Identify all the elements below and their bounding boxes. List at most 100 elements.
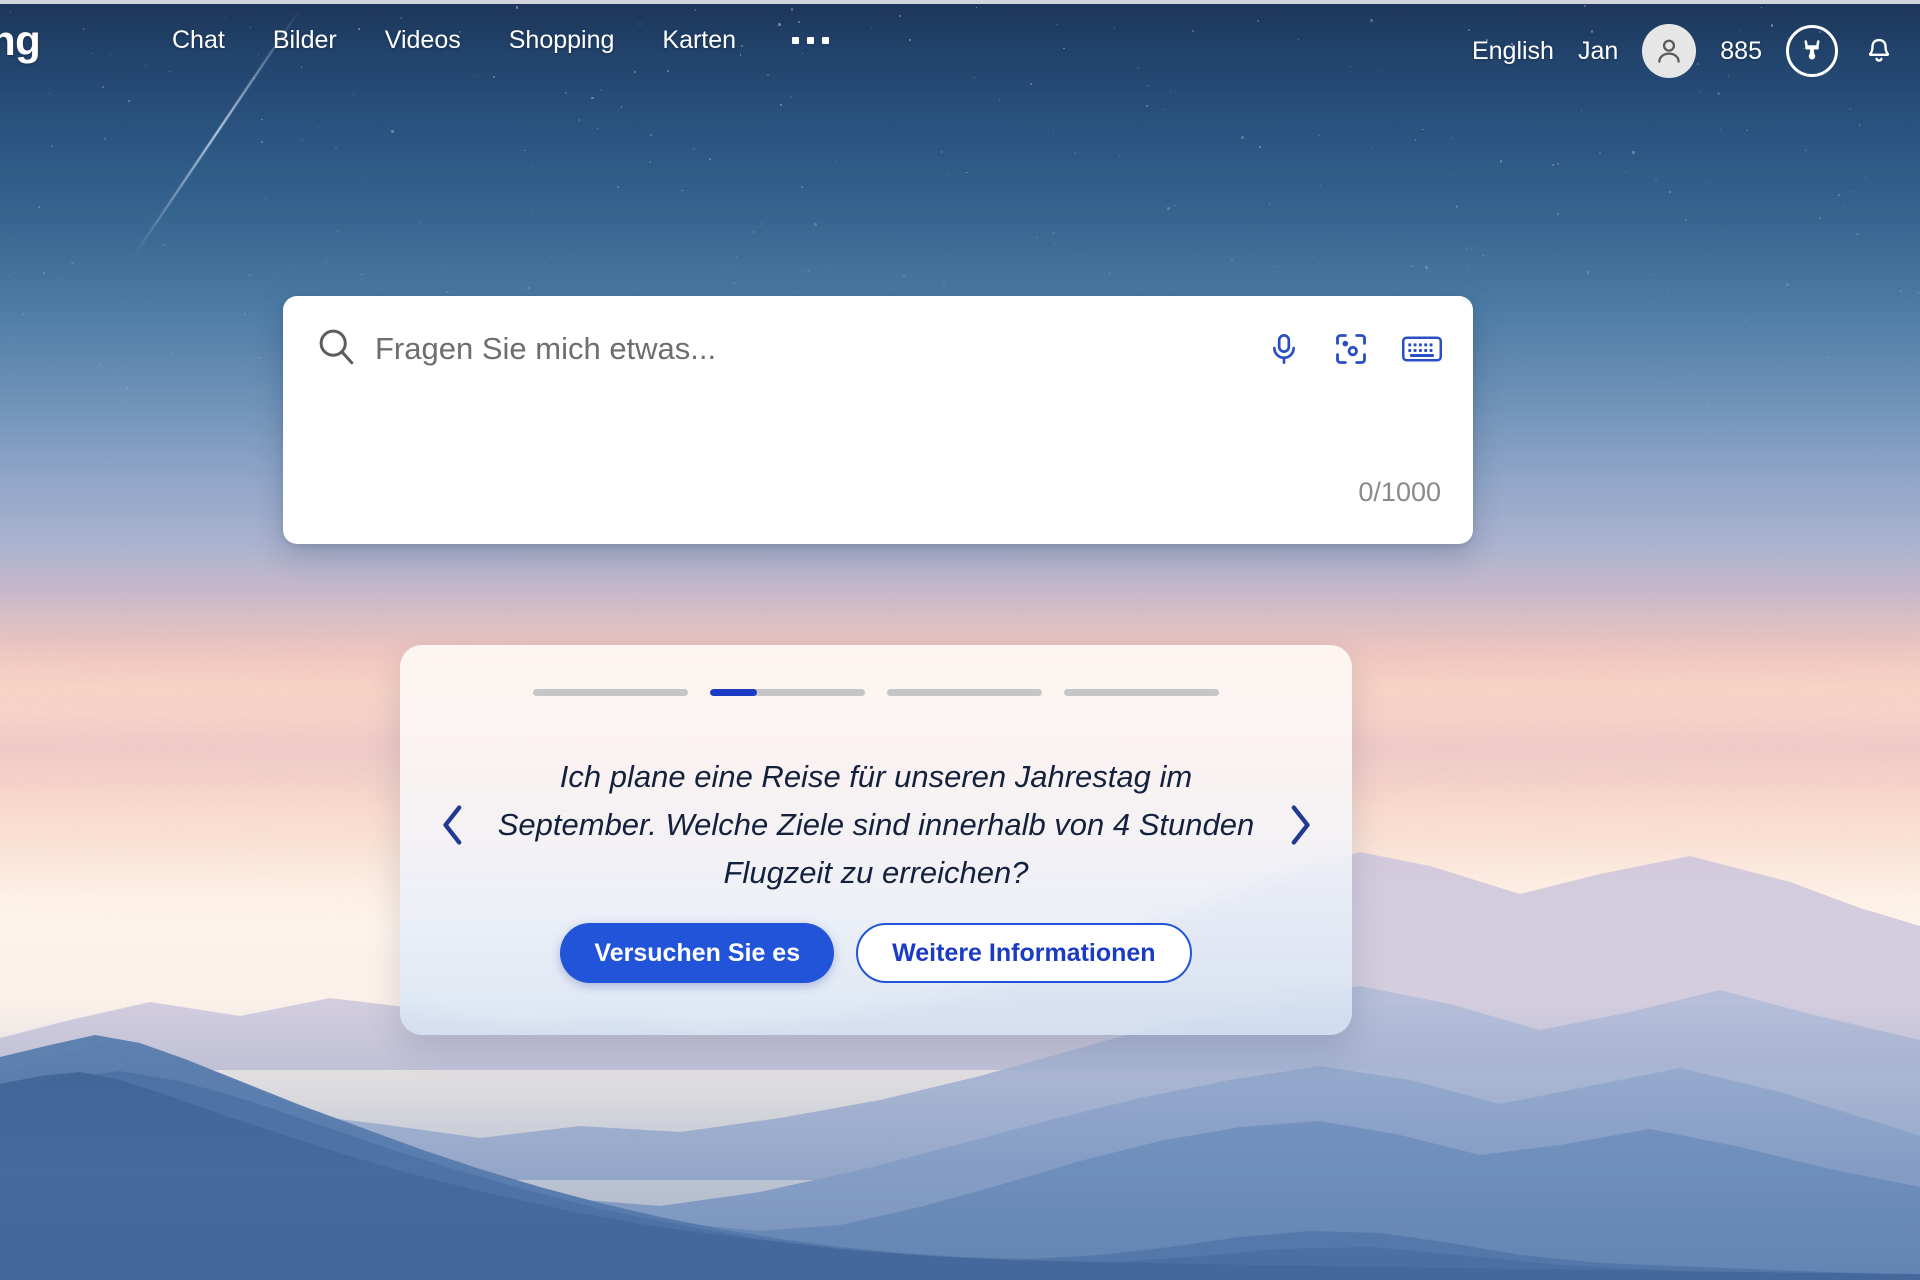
nav-item-bilder[interactable]: Bilder — [273, 28, 337, 53]
star — [1856, 232, 1859, 236]
star — [1721, 230, 1724, 233]
carousel-actions: Versuchen Sie es Weitere Informationen — [400, 923, 1352, 983]
star — [1509, 433, 1512, 436]
background-scene — [0, 0, 1920, 1280]
carousel-progress-bar[interactable] — [887, 689, 1042, 696]
ellipsis-icon[interactable] — [790, 31, 831, 50]
star — [1730, 423, 1733, 426]
star — [163, 243, 166, 247]
chevron-left-icon — [443, 805, 462, 845]
star — [1717, 92, 1720, 95]
star — [1884, 412, 1887, 415]
star — [61, 157, 63, 159]
star — [1456, 205, 1459, 208]
star — [1142, 106, 1144, 108]
star — [1852, 478, 1854, 480]
carousel-prev-button[interactable] — [425, 797, 481, 853]
carousel-progress-bar[interactable] — [710, 689, 865, 696]
learn-more-button[interactable]: Weitere Informationen — [856, 923, 1192, 983]
top-header: ng Chat Bilder Videos Shopping Karten En… — [0, 4, 1920, 80]
star — [1705, 183, 1708, 186]
carousel-prompt-text: Ich plane eine Reise für unseren Jahrest… — [497, 759, 1255, 890]
carousel-progress-fill — [710, 689, 757, 696]
star — [103, 137, 106, 140]
star — [1448, 173, 1450, 176]
star — [1917, 291, 1920, 294]
star — [1436, 274, 1438, 276]
star — [617, 186, 620, 189]
star — [1052, 231, 1055, 234]
star — [361, 178, 363, 179]
star — [264, 197, 267, 200]
notifications-button[interactable] — [1862, 33, 1896, 69]
nav-item-chat[interactable]: Chat — [172, 28, 225, 53]
nav-item-shopping[interactable]: Shopping — [509, 28, 615, 53]
star — [248, 273, 251, 276]
star — [858, 200, 860, 202]
star — [1256, 224, 1258, 226]
star — [1195, 254, 1197, 256]
star — [1843, 206, 1845, 208]
star — [32, 494, 33, 495]
star — [273, 272, 275, 274]
keyboard-button[interactable] — [1401, 333, 1443, 365]
nav-item-karten[interactable]: Karten — [662, 28, 736, 53]
star — [1805, 149, 1807, 151]
star — [1656, 364, 1657, 366]
nav-item-videos[interactable]: Videos — [385, 28, 461, 53]
star — [317, 126, 319, 128]
star — [1698, 90, 1700, 92]
star — [446, 291, 449, 294]
visual-search-button[interactable] — [1333, 331, 1369, 367]
bing-logo[interactable]: ng — [0, 20, 41, 62]
star — [825, 266, 827, 268]
star — [1541, 449, 1543, 451]
star — [1667, 483, 1668, 484]
star — [1838, 194, 1840, 197]
star — [1646, 444, 1647, 445]
carousel-progress-bar[interactable] — [1064, 689, 1219, 696]
star — [1638, 478, 1639, 479]
star — [1338, 234, 1339, 236]
star — [1746, 129, 1748, 132]
user-name-label: Jan — [1577, 36, 1619, 65]
star — [992, 287, 994, 289]
star — [1467, 265, 1470, 267]
star — [1422, 128, 1424, 131]
search-input[interactable] — [375, 329, 1267, 368]
carousel-progress-bar[interactable] — [533, 689, 688, 696]
microphone-button[interactable] — [1267, 331, 1301, 367]
star — [1513, 445, 1515, 447]
star — [418, 220, 422, 224]
star — [1036, 236, 1039, 239]
star — [55, 363, 57, 365]
star — [1466, 247, 1469, 250]
try-it-button[interactable]: Versuchen Sie es — [560, 923, 835, 983]
star — [391, 130, 394, 133]
star — [1649, 273, 1651, 275]
star — [61, 279, 63, 281]
language-selector[interactable]: English — [1472, 38, 1554, 64]
star — [124, 402, 126, 404]
star — [817, 283, 819, 284]
star — [1705, 431, 1707, 434]
star — [1273, 266, 1276, 269]
star — [70, 360, 72, 362]
rewards-button[interactable] — [1786, 25, 1838, 77]
star — [902, 275, 906, 278]
star — [650, 133, 652, 136]
star — [245, 365, 247, 367]
star — [998, 99, 1000, 101]
star — [102, 443, 103, 445]
star — [946, 172, 949, 174]
star — [1827, 356, 1830, 358]
star — [1654, 177, 1658, 180]
avatar[interactable] — [1642, 24, 1697, 78]
star — [1517, 353, 1519, 355]
visual-search-camera-icon — [1336, 333, 1366, 364]
carousel-next-button[interactable] — [1272, 797, 1328, 853]
star — [260, 415, 261, 417]
star — [1259, 146, 1261, 148]
star — [574, 252, 576, 255]
browser-chrome-strip — [0, 0, 1920, 4]
